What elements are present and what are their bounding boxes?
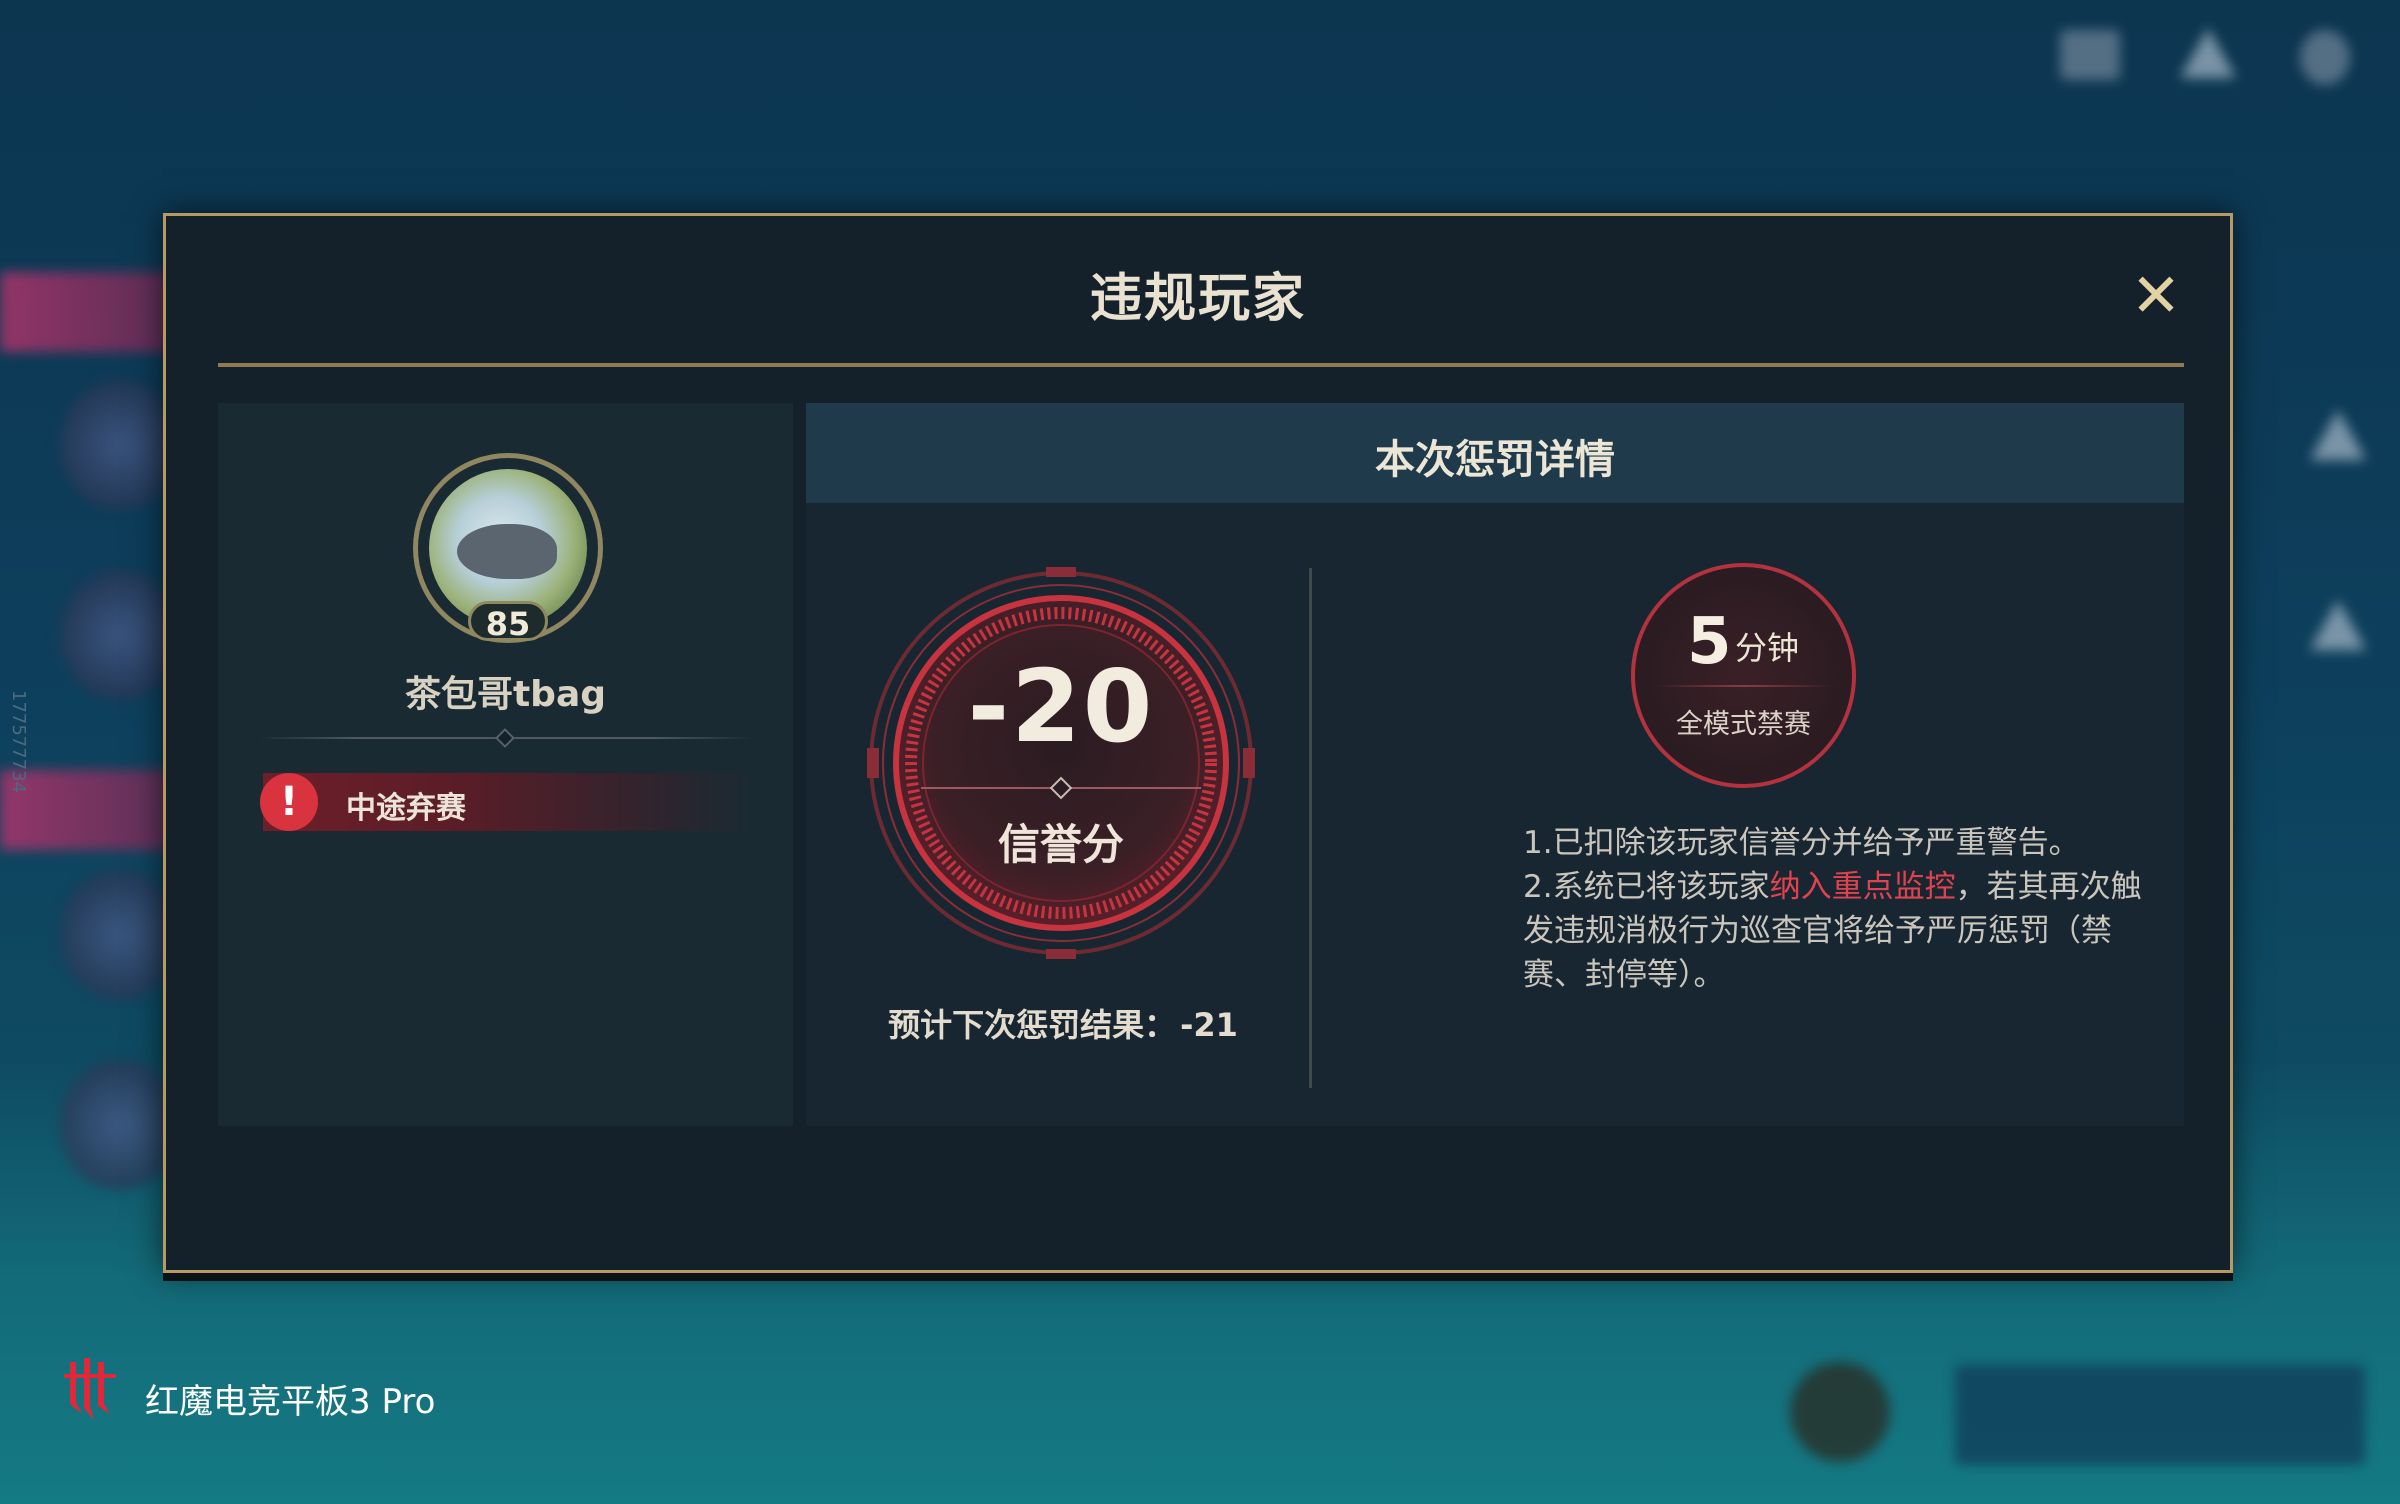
bg-hero-avatar [60,380,180,510]
bg-rank-icon [2310,410,2366,460]
violation-type: 中途弃赛 [346,791,466,826]
bg-rank-icon [2310,600,2366,650]
violation-bar [263,773,753,831]
level-badge: 85 [468,601,548,643]
description-line-2-start: 2.系统已将该玩家 [1523,869,1770,905]
penalty-header-title: 本次惩罚详情 [1375,437,1615,483]
ban-scope: 全模式禁赛 [1676,709,1811,740]
bg-hero-avatar [60,870,180,1000]
panel-separator [1309,568,1312,1088]
next-penalty-label: 预计下次惩罚结果： [888,1006,1177,1044]
side-code: 177577734 [8,690,29,794]
penalty-header: 本次惩罚详情 [806,403,2184,503]
ban-duration-badge: 5 分钟 全模式禁赛 [1631,563,1856,788]
divider-ornament [495,728,515,748]
penalty-description: 1.已扣除该玩家信誉分并给予严重警告。 2.系统已将该玩家纳入重点监控，若其再次… [1523,821,2163,997]
next-penalty: 预计下次惩罚结果： -21 [806,1000,1316,1046]
exclamation-icon: ! [260,773,318,831]
brand-text: 红魔电竞平板3 Pro [145,1382,436,1422]
credit-score-change: -20 [967,648,1155,765]
description-line-1: 1.已扣除该玩家信誉分并给予严重警告。 [1523,825,2080,861]
player-name: 茶包哥tbag [404,674,607,715]
credit-score-dial: -20 信誉分 [861,563,1261,963]
avatar-creature [457,524,557,579]
title-divider [218,363,2184,367]
close-icon[interactable]: ✕ [2126,266,2186,326]
next-penalty-value: -21 [1180,1006,1238,1044]
dialog-title: 违规玩家 [1089,269,1306,329]
bg-mail-icon [2060,30,2120,80]
ban-duration-number: 5 [1687,605,1732,679]
penalty-panel: 本次惩罚详情 -20 信誉分 预计下次惩罚结果： -21 5 分钟 全模式禁赛 … [806,403,2184,1126]
bg-settings-icon [2300,30,2350,85]
credit-score-label: 信誉分 [997,820,1124,869]
bg-round-button [1790,1362,1890,1462]
player-avatar: 85 [413,453,603,643]
description-line-2: 2.系统已将该玩家纳入重点监控，若其再次触发违规消极行为巡查官将给予严厉惩罚（禁… [1523,865,2163,997]
bg-warning-icon [2180,28,2236,78]
ban-divider [1655,685,1833,687]
violation-dialog: 违规玩家 ✕ 85 茶包哥tbag ! 中途弃赛 本次惩罚详情 -20 信誉分 … [163,213,2233,1273]
bg-action-button [1955,1365,2365,1465]
redmagic-logo-icon [64,1358,116,1420]
ban-duration-unit: 分钟 [1735,629,1800,667]
monitoring-highlight: 纳入重点监控 [1769,869,1956,905]
bg-hero-avatar [60,1060,180,1190]
bg-hero-avatar [60,570,180,700]
player-panel: 85 茶包哥tbag ! 中途弃赛 [218,403,793,1126]
